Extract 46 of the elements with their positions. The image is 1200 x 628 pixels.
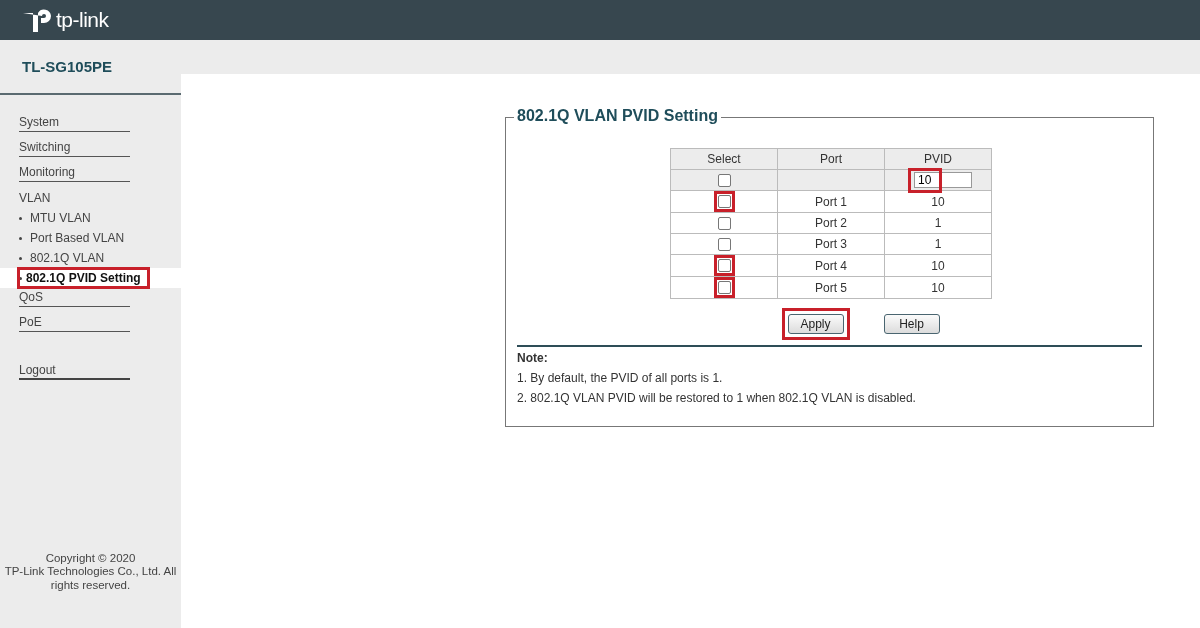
pvid-cell: 1 bbox=[884, 212, 992, 234]
submenu-item[interactable]: Port Based VLAN bbox=[26, 230, 129, 246]
submenu-item[interactable]: MTU VLAN bbox=[26, 210, 95, 226]
apply-button[interactable]: Apply bbox=[787, 314, 844, 334]
help-button[interactable]: Help bbox=[883, 314, 940, 334]
menu-item[interactable]: VLAN bbox=[19, 188, 130, 207]
bullet-icon bbox=[19, 216, 22, 220]
menu-item[interactable]: Switching bbox=[19, 138, 130, 157]
bullet-icon bbox=[19, 256, 22, 260]
port-cell: Port 2 bbox=[777, 212, 885, 234]
logout-link[interactable]: Logout bbox=[19, 361, 130, 380]
panel-title: 802.1Q VLAN PVID Setting bbox=[514, 107, 721, 125]
submenu-item[interactable]: 802.1Q VLAN bbox=[26, 250, 109, 266]
column-header: PVID bbox=[884, 148, 992, 170]
note-title: Note: bbox=[517, 351, 549, 365]
checkbox[interactable] bbox=[717, 281, 731, 294]
menu-item[interactable]: PoE bbox=[19, 313, 130, 332]
checkbox[interactable] bbox=[717, 216, 731, 230]
checkbox[interactable] bbox=[717, 259, 731, 272]
port-cell: Port 5 bbox=[777, 276, 885, 299]
checkbox[interactable] bbox=[717, 173, 731, 187]
checkbox[interactable] bbox=[717, 195, 731, 208]
note-text: 2. 802.1Q VLAN PVID will be restored to 1 when 802.1Q VLAN is disabled. bbox=[517, 391, 917, 405]
menu-item[interactable]: System bbox=[19, 113, 130, 132]
menu-item[interactable]: Monitoring bbox=[19, 163, 130, 182]
bullet-icon bbox=[19, 236, 22, 240]
bullet-icon bbox=[19, 276, 22, 280]
brand-name: tp-link bbox=[56, 8, 109, 32]
port-cell: Port 3 bbox=[777, 233, 885, 255]
device-model: TL-SG105PE bbox=[22, 58, 113, 75]
copyright-text: TP-Link Technologies Co., Ltd. All bbox=[3, 565, 178, 579]
pvid-cell: 10 bbox=[884, 254, 992, 277]
note-text: 1. By default, the PVID of all ports is 1. bbox=[517, 371, 724, 385]
submenu-item[interactable]: 802.1Q PVID Setting bbox=[17, 267, 150, 289]
column-header: Select bbox=[670, 148, 778, 170]
column-header: Port bbox=[777, 148, 885, 170]
port-cell: Port 4 bbox=[777, 254, 885, 277]
pvid-input[interactable]: 10 bbox=[914, 172, 972, 188]
pvid-cell: 1 bbox=[884, 233, 992, 255]
pvid-cell: 10 bbox=[884, 190, 992, 213]
checkbox[interactable] bbox=[717, 237, 731, 251]
copyright-text: rights reserved. bbox=[49, 578, 132, 592]
pvid-cell: 10 bbox=[884, 276, 992, 299]
menu-item[interactable]: QoS bbox=[19, 288, 130, 307]
copyright-text: Copyright © 2020 bbox=[44, 551, 137, 565]
port-cell: Port 1 bbox=[777, 190, 885, 213]
